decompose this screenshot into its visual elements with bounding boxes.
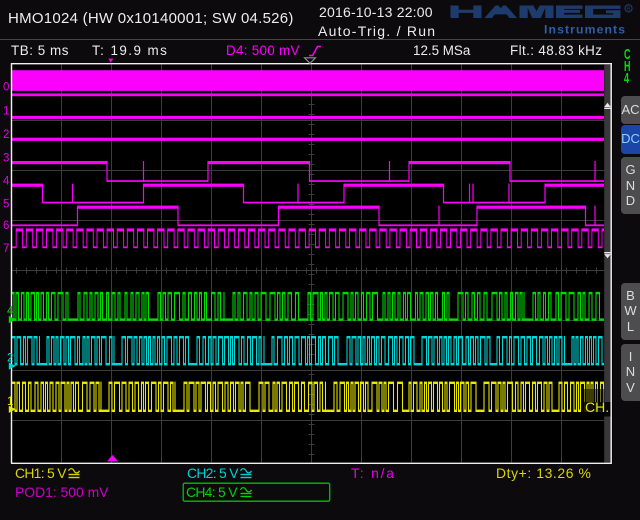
svg-text:4: 4 [3,176,10,188]
svg-text:0: 0 [3,82,9,94]
svg-text:3: 3 [3,153,9,165]
svg-text:2: 2 [7,353,13,365]
svg-text:CH.: CH. [585,399,609,415]
svg-text:Instruments: Instruments [544,23,625,37]
svg-text:6: 6 [3,220,9,232]
svg-text:1: 1 [7,396,13,408]
svg-text:R: R [626,7,631,13]
svg-text:5: 5 [3,199,9,211]
svg-text:7: 7 [3,243,9,255]
svg-text:1: 1 [3,106,9,118]
svg-text:2: 2 [3,129,9,141]
svg-text:4: 4 [7,306,14,318]
